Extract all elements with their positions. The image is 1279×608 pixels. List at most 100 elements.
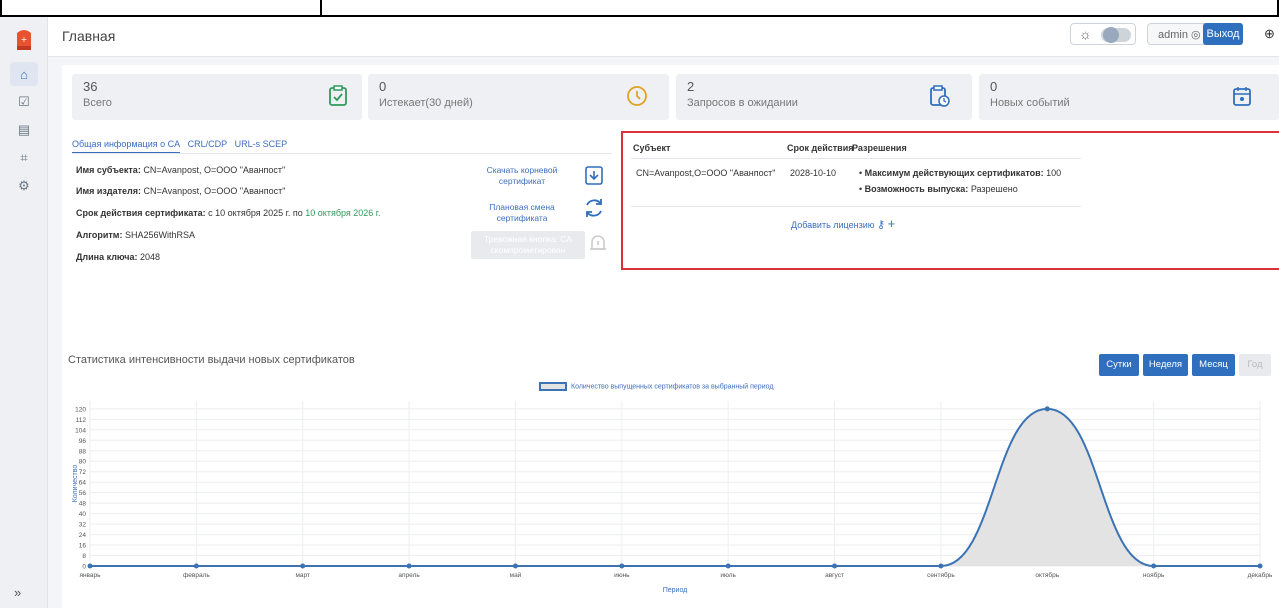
download-icon[interactable] — [584, 164, 604, 186]
ca-tabs: Общая информация о CA CRL/CDP URL-s SCEP — [72, 139, 292, 153]
license-header-divider — [631, 158, 1081, 159]
bell-icon — [590, 235, 606, 250]
tab-ca-info[interactable]: Общая информация о CA — [72, 139, 181, 153]
data-point — [619, 563, 625, 569]
x-tick-label: май — [510, 571, 522, 579]
requests-icon[interactable]: ▤ — [10, 118, 38, 142]
issuer-row: Имя издателя: CN=Avanpost, O=ООО "Аванпо… — [76, 186, 285, 196]
download-root-cert-button[interactable]: Скачать корневой сертификат — [482, 165, 562, 187]
add-license-button[interactable]: Добавить лицензию ⚷ + — [791, 216, 895, 231]
perm-issue-value: Разрешено — [970, 184, 1018, 194]
data-point — [1257, 563, 1263, 569]
subject-label: Имя субъекта: — [76, 165, 141, 175]
alarm-button[interactable]: Тревожная кнопка: CA скомпрометирован — [471, 231, 585, 259]
x-tick-label: январь — [79, 572, 101, 579]
y-axis-label: Количество — [72, 465, 79, 503]
perm-max-value: 100 — [1046, 168, 1062, 178]
scan-icon[interactable]: ⌗ — [10, 146, 38, 170]
series-area — [90, 408, 1260, 566]
x-tick-label: сентябрь — [927, 571, 955, 579]
y-tick-label: 112 — [76, 417, 87, 424]
validity-from: с 10 октября 2025 г. — [208, 208, 291, 218]
license-perm-max: • Максимум действующих сертификатов: 100 — [859, 168, 1062, 178]
theme-toggle[interactable]: ☼ — [1070, 23, 1136, 45]
stat-card-total[interactable]: 36 Всего — [72, 74, 362, 120]
x-tick-label: март — [295, 572, 310, 579]
data-point — [938, 563, 944, 569]
keylength-value: 2048 — [140, 252, 161, 262]
stat-card-pending[interactable]: 2 Запросов в ожидании — [676, 74, 972, 120]
logout-button[interactable]: Выход — [1203, 23, 1243, 45]
top-strip — [0, 0, 1279, 17]
y-tick-label: 104 — [75, 427, 86, 434]
data-point — [87, 563, 93, 569]
y-tick-label: 40 — [79, 511, 87, 518]
algorithm-label: Алгоритм: — [76, 230, 123, 240]
data-point — [406, 563, 412, 569]
expand-sidebar-icon[interactable]: » — [14, 585, 21, 600]
svg-text:+: + — [21, 35, 28, 44]
refresh-icon[interactable] — [582, 196, 606, 220]
user-icon: ◎ — [1191, 29, 1201, 41]
main-content: 36 Всего 0 Истекает(30 дней) 2 Запросов … — [62, 65, 1279, 608]
gear-icon[interactable]: ⚙ — [10, 174, 38, 198]
plus-icon: + — [887, 216, 896, 231]
issuer-value: CN=Avanpost, O=ООО "Аванпост" — [143, 186, 286, 196]
license-panel: Субъект Срок действия Разрешения CN=Avan… — [621, 131, 1279, 270]
stat-card-expiring[interactable]: 0 Истекает(30 дней) — [368, 74, 669, 120]
y-tick-label: 88 — [79, 448, 87, 455]
legend-swatch — [539, 382, 567, 391]
license-row-divider — [631, 206, 1081, 207]
tab-crl-cdp[interactable]: CRL/CDP — [188, 139, 228, 149]
certificates-icon[interactable]: ☑ — [10, 90, 38, 114]
x-tick-label: февраль — [183, 572, 210, 579]
legend-label: Количество выпущенных сертификатов за вы… — [571, 383, 774, 391]
stat-events-value: 0 — [990, 79, 998, 94]
data-point — [832, 563, 838, 569]
clipboard-clock-icon — [930, 85, 950, 107]
period-month-button[interactable]: Месяц — [1192, 354, 1235, 376]
period-day-button[interactable]: Сутки — [1099, 354, 1139, 376]
chart-legend[interactable]: Количество выпущенных сертификатов за вы… — [539, 382, 773, 391]
clock-icon — [627, 86, 647, 106]
header: Главная ☼ admin ◎ Выход ⊕ — [48, 17, 1279, 57]
y-tick-label: 8 — [82, 553, 86, 560]
y-tick-label: 80 — [79, 459, 87, 466]
period-week-button[interactable]: Неделя — [1143, 354, 1188, 376]
period-year-button[interactable]: Год — [1239, 354, 1271, 376]
add-license-label: Добавить лицензию — [791, 220, 875, 230]
tab-scep[interactable]: URL-s SCEP — [235, 139, 288, 149]
key-icon: ⚷ — [877, 219, 886, 231]
y-tick-label: 24 — [79, 532, 87, 539]
validity-to: 10 октября 2026 г. — [305, 208, 381, 218]
x-tick-label: апрель — [398, 572, 420, 579]
data-point — [725, 563, 731, 569]
user-name: admin — [1158, 29, 1188, 41]
home-icon[interactable]: ⌂ — [10, 62, 38, 86]
subject-row: Имя субъекта: CN=Avanpost, O=ООО "Аванпо… — [76, 165, 285, 175]
data-point — [193, 563, 199, 569]
stat-total-label: Всего — [83, 97, 112, 109]
license-col-permissions: Разрешения — [852, 143, 907, 153]
validity-label: Срок действия сертификата: — [76, 208, 206, 218]
language-icon[interactable]: ⊕ — [1264, 26, 1275, 42]
stat-expiring-label: Истекает(30 дней) — [379, 97, 473, 109]
y-tick-label: 120 — [75, 406, 86, 413]
stat-card-events[interactable]: 0 Новых событий — [979, 74, 1279, 120]
x-axis-label: Период — [663, 587, 688, 594]
issuer-label: Имя издателя: — [76, 186, 141, 196]
chart-title: Статистика интенсивности выдачи новых се… — [68, 354, 355, 366]
algorithm-row: Алгоритм: SHA256WithRSA — [76, 230, 195, 240]
planned-change-button[interactable]: Плановая смена сертификата — [482, 202, 562, 224]
y-tick-label: 96 — [79, 438, 87, 445]
app-logo: + — [17, 30, 31, 50]
data-point — [512, 563, 518, 569]
sidebar: + ⌂ ☑ ▤ ⌗ ⚙ » — [0, 17, 48, 608]
license-col-validity: Срок действия — [787, 143, 854, 153]
subject-value: CN=Avanpost, O=ООО "Аванпост" — [143, 165, 286, 175]
stat-expiring-value: 0 — [379, 79, 387, 94]
theme-switch-knob — [1103, 27, 1119, 43]
license-validity: 2028-10-10 — [790, 168, 837, 178]
algorithm-value: SHA256WithRSA — [124, 230, 195, 240]
calendar-icon — [1233, 87, 1251, 106]
